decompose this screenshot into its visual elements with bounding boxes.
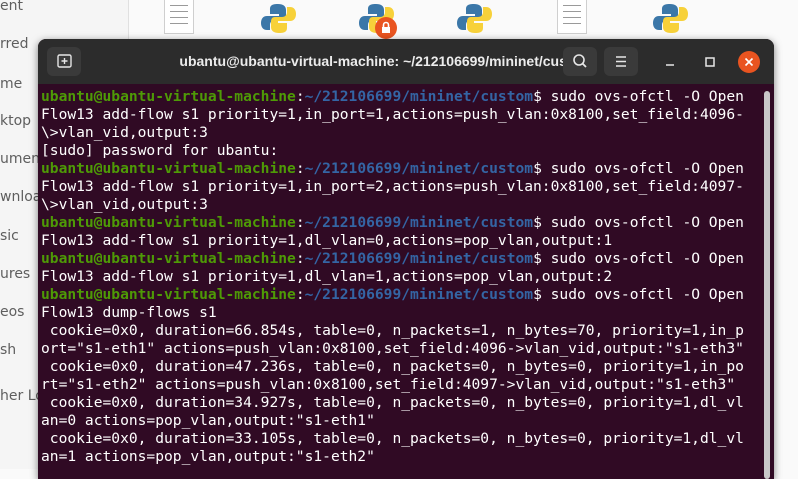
output-line: Flow13 add-flow s1 priority=1,dl_vlan=0,… xyxy=(41,232,761,250)
output-text: cookie=0x0, duration=33.105s, table=0, n… xyxy=(41,430,744,447)
output-text: Flow13 add-flow s1 priority=1,in_port=1,… xyxy=(41,106,744,123)
output-line: Flow13 add-flow s1 priority=1,dl_vlan=1,… xyxy=(41,268,761,286)
prompt-separator: : xyxy=(295,286,305,303)
command-text: sudo ovs-ofctl -O Open xyxy=(541,88,744,105)
sidebar-item[interactable]: sh xyxy=(0,342,16,358)
output-line: cookie=0x0, duration=66.854s, table=0, n… xyxy=(41,322,761,340)
output-line: \>vlan_vid,output:3 xyxy=(41,124,761,142)
prompt-separator: : xyxy=(295,88,305,105)
command-text: sudo ovs-ofctl -O Open xyxy=(541,286,744,303)
python-file-icon[interactable] xyxy=(650,0,690,34)
new-tab-button[interactable] xyxy=(47,47,81,76)
menu-button[interactable] xyxy=(604,47,638,76)
command-text: sudo ovs-ofctl -O Open xyxy=(541,160,744,177)
output-text: Flow13 add-flow s1 priority=1,dl_vlan=1,… xyxy=(41,268,613,285)
search-icon xyxy=(573,54,587,68)
sidebar-item[interactable]: ktop xyxy=(0,113,31,129)
maximize-button[interactable] xyxy=(699,51,721,73)
output-line: [sudo] password for ubantu: xyxy=(41,142,761,160)
prompt-symbol: $ xyxy=(533,88,542,105)
prompt-user-host: ubantu@ubantu-virtual-machine xyxy=(41,88,296,105)
command-line: ubantu@ubantu-virtual-machine:~/21210669… xyxy=(41,88,761,106)
output-text: \>vlan_vid,output:3 xyxy=(41,124,208,141)
output-line: cookie=0x0, duration=47.236s, table=0, n… xyxy=(41,358,761,376)
minimize-button[interactable] xyxy=(659,51,681,73)
close-icon xyxy=(744,57,754,67)
output-text: ort="s1-eth1" actions=push_vlan:0x8100,s… xyxy=(41,340,744,357)
command-line: ubantu@ubantu-virtual-machine:~/21210669… xyxy=(41,286,761,304)
command-line: ubantu@ubantu-virtual-machine:~/21210669… xyxy=(41,214,761,232)
new-tab-icon xyxy=(57,54,72,68)
prompt-path: ~/212106699/mininet/custom xyxy=(304,286,534,303)
title-bar[interactable]: ubantu@ubantu-virtual-machine: ~/2121066… xyxy=(38,39,774,84)
output-line: cookie=0x0, duration=33.105s, table=0, n… xyxy=(41,430,761,448)
prompt-user-host: ubantu@ubantu-virtual-machine xyxy=(41,214,296,231)
terminal-output[interactable]: ubantu@ubantu-virtual-machine:~/21210669… xyxy=(41,88,761,466)
output-text: Flow13 dump-flows s1 xyxy=(41,304,217,321)
hamburger-menu-icon xyxy=(616,56,626,67)
scrollbar[interactable] xyxy=(764,91,770,479)
search-button[interactable] xyxy=(563,47,597,76)
output-line: Flow13 dump-flows s1 xyxy=(41,304,761,322)
sidebar-item[interactable]: eos xyxy=(0,304,24,320)
command-line: ubantu@ubantu-virtual-machine:~/21210669… xyxy=(41,250,761,268)
prompt-user-host: ubantu@ubantu-virtual-machine xyxy=(41,160,296,177)
sidebar-item[interactable]: sic xyxy=(0,228,19,244)
output-line: cookie=0x0, duration=34.927s, table=0, n… xyxy=(41,394,761,412)
output-text: an=0 actions=pop_vlan,output:"s1-eth1" xyxy=(41,412,375,429)
command-line: ubantu@ubantu-virtual-machine:~/21210669… xyxy=(41,160,761,178)
output-line: \>vlan_vid,output:3 xyxy=(41,196,761,214)
python-file-icon[interactable] xyxy=(258,0,298,34)
text-file-icon[interactable] xyxy=(557,0,587,34)
maximize-icon xyxy=(705,57,715,67)
prompt-user-host: ubantu@ubantu-virtual-machine xyxy=(41,250,296,267)
prompt-separator: : xyxy=(295,250,305,267)
minimize-icon xyxy=(666,64,674,66)
output-text: Flow13 add-flow s1 priority=1,in_port=2,… xyxy=(41,178,744,195)
prompt-separator: : xyxy=(295,160,305,177)
text-file-icon[interactable] xyxy=(164,0,194,34)
output-line: ort="s1-eth1" actions=push_vlan:0x8100,s… xyxy=(41,340,761,358)
output-text: cookie=0x0, duration=47.236s, table=0, n… xyxy=(41,358,744,375)
sidebar-item[interactable]: ures xyxy=(0,266,30,282)
output-text: cookie=0x0, duration=34.927s, table=0, n… xyxy=(41,394,744,411)
prompt-path: ~/212106699/mininet/custom xyxy=(304,160,534,177)
output-text: rt="s1-eth2" actions=push_vlan:0x8100,se… xyxy=(41,376,736,393)
sidebar-item[interactable]: wnloa xyxy=(0,189,41,205)
sidebar-item[interactable]: ent xyxy=(0,0,23,14)
output-text: [sudo] password for ubantu: xyxy=(41,142,279,159)
output-line: an=1 actions=pop_vlan,output:"s1-eth2" xyxy=(41,448,761,466)
python-file-icon[interactable] xyxy=(454,0,494,34)
sidebar-item[interactable]: umen xyxy=(0,151,40,167)
output-line: Flow13 add-flow s1 priority=1,in_port=2,… xyxy=(41,178,761,196)
command-text: sudo ovs-ofctl -O Open xyxy=(541,250,744,267)
sidebar-item[interactable]: me xyxy=(0,76,22,92)
sidebar-item[interactable]: rred xyxy=(0,36,28,52)
prompt-symbol: $ xyxy=(533,250,542,267)
prompt-symbol: $ xyxy=(533,160,542,177)
output-text: cookie=0x0, duration=66.854s, table=0, n… xyxy=(41,322,744,339)
prompt-symbol: $ xyxy=(533,286,542,303)
output-line: rt="s1-eth2" actions=push_vlan:0x8100,se… xyxy=(41,376,761,394)
command-text: sudo ovs-ofctl -O Open xyxy=(541,214,744,231)
prompt-path: ~/212106699/mininet/custom xyxy=(304,250,534,267)
output-line: an=0 actions=pop_vlan,output:"s1-eth1" xyxy=(41,412,761,430)
prompt-path: ~/212106699/mininet/custom xyxy=(304,88,534,105)
output-text: an=1 actions=pop_vlan,output:"s1-eth2" xyxy=(41,448,375,465)
prompt-separator: : xyxy=(295,214,305,231)
prompt-symbol: $ xyxy=(533,214,542,231)
output-text: \>vlan_vid,output:3 xyxy=(41,196,208,213)
terminal-window[interactable]: ubantu@ubantu-virtual-machine: ~/2121066… xyxy=(38,39,774,479)
prompt-path: ~/212106699/mininet/custom xyxy=(304,214,534,231)
prompt-user-host: ubantu@ubantu-virtual-machine xyxy=(41,286,296,303)
output-text: Flow13 add-flow s1 priority=1,dl_vlan=0,… xyxy=(41,232,613,249)
lock-icon xyxy=(375,17,397,39)
output-line: Flow13 add-flow s1 priority=1,in_port=1,… xyxy=(41,106,761,124)
close-button[interactable] xyxy=(738,51,760,73)
